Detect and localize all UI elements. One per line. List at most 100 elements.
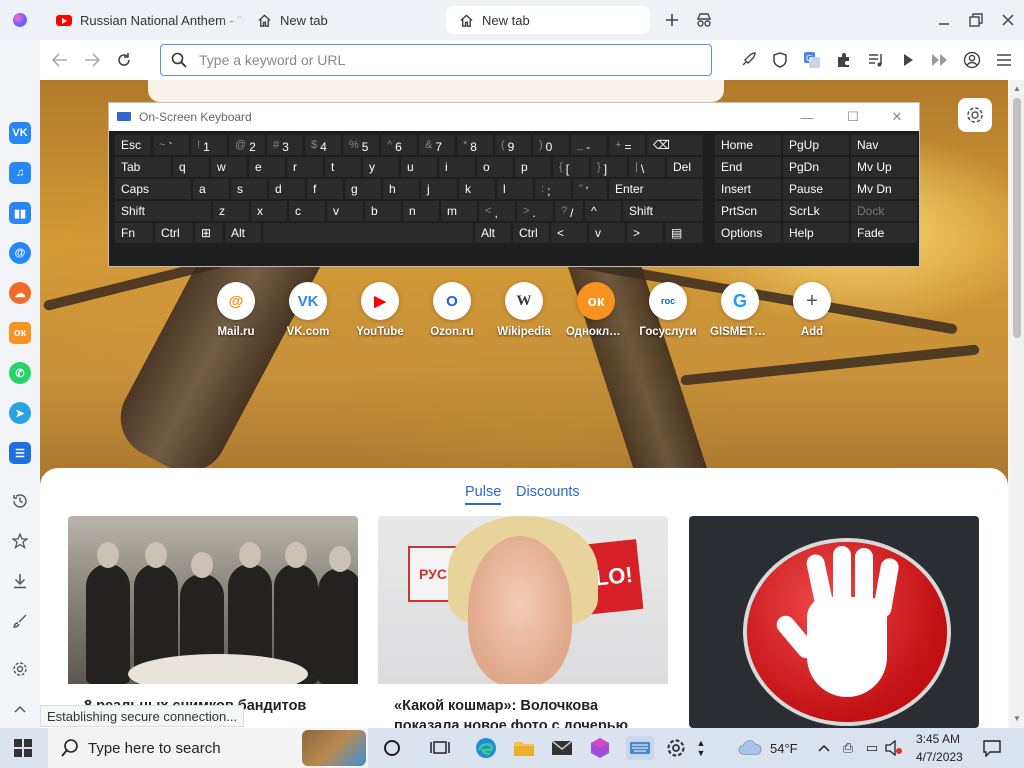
osk-key[interactable]: Tab (115, 157, 171, 177)
osk-key[interactable]: t (325, 157, 361, 177)
scrollbar-thumb[interactable] (1013, 98, 1021, 338)
osk-key[interactable]: Enter (609, 179, 703, 199)
new-tab-button[interactable] (660, 8, 684, 32)
osk-key[interactable]: m (441, 201, 477, 221)
osk-key[interactable]: s (231, 179, 267, 199)
osk-nav-key[interactable]: PgDn (783, 157, 849, 177)
osk-nav-key[interactable]: Insert (715, 179, 781, 199)
osk-nav-key[interactable]: Fade (851, 223, 917, 243)
osk-key[interactable]: u (401, 157, 437, 177)
forward-button[interactable] (80, 48, 104, 72)
osk-key[interactable]: d (269, 179, 305, 199)
osk-key[interactable]: ^ (585, 201, 621, 221)
osk-nav-key[interactable]: PgUp (783, 135, 849, 155)
edge-icon[interactable] (474, 736, 498, 760)
tab-pulse[interactable]: Pulse (465, 484, 502, 505)
extensions-icon[interactable] (832, 48, 856, 72)
page-scrollbar[interactable]: ▲ ▼ (1010, 80, 1024, 728)
osk-key[interactable]: ~ ` (153, 135, 189, 155)
osk-nav-key[interactable]: Dock (851, 201, 917, 221)
volume-muted-icon[interactable] (882, 736, 906, 760)
osk-key[interactable]: Esc (115, 135, 151, 155)
osk-key[interactable]: Del (667, 157, 703, 177)
vk-icon[interactable]: VK (9, 122, 31, 144)
media-queue-icon[interactable] (864, 48, 888, 72)
osk-key[interactable]: f (307, 179, 343, 199)
speed-dial-gosuslugi[interactable]: гос Госуслуги (638, 282, 698, 338)
taskbar-scroll-icon[interactable]: ▲ ▼ (694, 736, 708, 760)
osk-key[interactable]: + = (609, 135, 645, 155)
history-icon[interactable] (9, 490, 31, 512)
osk-minimize-button[interactable]: — (793, 107, 821, 127)
osk-key[interactable]: #3 (267, 135, 303, 155)
fast-forward-icon[interactable] (928, 48, 952, 72)
osk-key[interactable]: Ctrl (155, 223, 193, 243)
osk-key[interactable]: ? / (555, 201, 583, 221)
speed-dial-odnoklassniki[interactable]: ок Одноклассники (566, 282, 626, 338)
speed-dial-add[interactable]: + Add (782, 282, 842, 338)
tab-discounts[interactable]: Discounts (516, 484, 580, 500)
osk-key[interactable]: & 7 (419, 135, 455, 155)
osk-key[interactable]: ) 0 (533, 135, 569, 155)
osk-key[interactable]: a (193, 179, 229, 199)
osk-key[interactable]: i (439, 157, 475, 177)
osk-key[interactable]: ⊞ (195, 223, 223, 243)
tray-app-icon[interactable]: ⎙ (836, 736, 860, 760)
music-icon[interactable]: ♫ (9, 162, 31, 184)
back-button[interactable] (48, 48, 72, 72)
osk-key[interactable]: ! 1 (191, 135, 227, 155)
osk-key[interactable]: x (251, 201, 287, 221)
osk-key[interactable]: n (403, 201, 439, 221)
odnoklassniki-icon[interactable]: ок (9, 322, 31, 344)
rocket-icon[interactable] (736, 48, 760, 72)
osk-key[interactable]: Caps (115, 179, 191, 199)
tab-new-active[interactable]: New tab (446, 6, 650, 34)
osk-close-button[interactable]: ✕ (883, 107, 911, 127)
osk-taskbar-icon[interactable] (626, 736, 654, 760)
osk-key[interactable]: ▤ (665, 223, 703, 243)
osk-nav-key[interactable]: PrtScn (715, 201, 781, 221)
reload-button[interactable] (112, 48, 136, 72)
osk-key[interactable]: o (477, 157, 513, 177)
osk-key[interactable]: p (515, 157, 551, 177)
incognito-icon[interactable] (692, 8, 716, 32)
windows-start-icon[interactable] (14, 739, 32, 757)
file-explorer-icon[interactable] (512, 736, 536, 760)
news-card[interactable] (689, 516, 979, 728)
osk-nav-key[interactable]: Mv Dn (851, 179, 917, 199)
browser-logo-icon[interactable] (13, 13, 27, 27)
page-settings-gear-icon[interactable] (958, 98, 992, 132)
cortana-icon[interactable] (380, 736, 404, 760)
osk-key[interactable]: j (421, 179, 457, 199)
osk-key[interactable]: >. (517, 201, 553, 221)
osk-key[interactable]: Fn (115, 223, 153, 243)
osk-key[interactable]: h (383, 179, 419, 199)
osk-key[interactable]: k (459, 179, 495, 199)
address-input[interactable] (199, 52, 711, 68)
osk-key[interactable]: (9 (495, 135, 531, 155)
mail-at-icon[interactable]: @ (9, 242, 31, 264)
menu-icon[interactable] (992, 48, 1016, 72)
network-icon[interactable]: ▭ (860, 736, 884, 760)
speed-dial-wikipedia[interactable]: W Wikipedia (494, 282, 554, 338)
bookmarks-star-icon[interactable] (9, 530, 31, 552)
osk-key[interactable]: Ctrl (513, 223, 549, 243)
translate-icon[interactable]: G (800, 48, 824, 72)
osk-nav-key[interactable]: Home (715, 135, 781, 155)
cloud-icon[interactable]: ☁ (9, 282, 31, 304)
osk-key[interactable]: r (287, 157, 323, 177)
osk-key[interactable]: * 8 (457, 135, 493, 155)
taskbar-search[interactable]: Type here to search (48, 728, 368, 768)
osk-key[interactable]: w (211, 157, 247, 177)
speed-dial-mail-ru[interactable]: @ Mail.ru (206, 282, 266, 338)
osk-key[interactable]: <, (479, 201, 515, 221)
osk-key[interactable]: ^ 6 (381, 135, 417, 155)
osk-key[interactable]: Alt (475, 223, 511, 243)
profile-icon[interactable] (960, 48, 984, 72)
osk-nav-key[interactable]: ScrLk (783, 201, 849, 221)
osk-key[interactable]: q (173, 157, 209, 177)
telegram-icon[interactable]: ➤ (9, 402, 31, 424)
osk-key[interactable]: > (627, 223, 663, 243)
osk-nav-key[interactable]: Help (783, 223, 849, 243)
minimize-button[interactable] (932, 8, 956, 32)
